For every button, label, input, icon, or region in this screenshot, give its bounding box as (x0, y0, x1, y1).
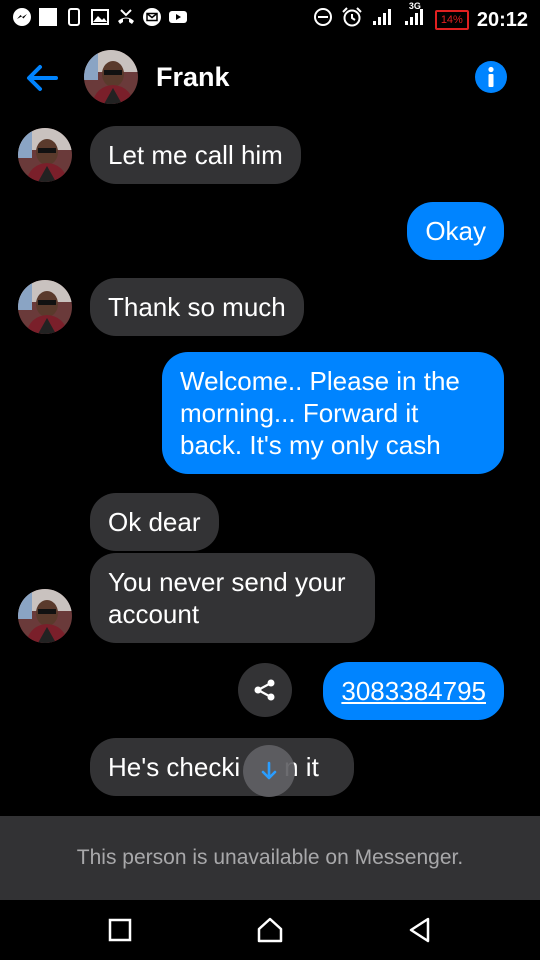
contact-name[interactable]: Frank (156, 62, 230, 93)
alarm-icon (341, 6, 363, 34)
clock: 20:12 (476, 8, 528, 31)
message-bubble-outgoing[interactable]: Welcome.. Please in the morning... Forwa… (162, 352, 504, 474)
message-bubble-incoming[interactable]: Ok dear (90, 493, 219, 551)
message-bubble-incoming[interactable]: Let me call him (90, 126, 301, 184)
back-triangle-icon[interactable] (404, 914, 436, 946)
message-bubble-outgoing-link[interactable]: 3083384795 (323, 662, 504, 720)
unavailable-banner: This person is unavailable on Messenger. (0, 816, 540, 900)
status-bar-notifications (12, 7, 188, 27)
system-nav-bar (0, 900, 540, 960)
back-arrow-icon[interactable] (22, 58, 62, 98)
share-icon (254, 679, 275, 701)
signal-icon (371, 7, 395, 33)
message-bubble-incoming[interactable]: He's checki n it (90, 738, 354, 796)
notification-square-icon (38, 7, 58, 27)
sender-avatar[interactable] (18, 128, 72, 182)
network-type-label: 3G (408, 1, 421, 11)
image-icon (90, 7, 110, 27)
recents-square-icon[interactable] (104, 914, 136, 946)
sender-avatar[interactable] (18, 589, 72, 643)
youtube-icon (168, 7, 188, 27)
conversation-header: Frank (0, 42, 540, 112)
message-bubble-incoming[interactable]: You never send your account (90, 553, 375, 643)
message-bubble-outgoing[interactable]: Okay (407, 202, 504, 260)
battery-level: 14% (440, 14, 463, 26)
sim-icon (64, 7, 84, 27)
scroll-to-bottom-button[interactable] (243, 745, 295, 797)
message-bubble-incoming[interactable]: Thank so much (90, 278, 304, 336)
message-text-part: He's checki (108, 752, 241, 782)
email-icon (142, 7, 162, 27)
signal-3g-icon: 3G (403, 1, 427, 33)
missed-call-icon (116, 7, 136, 27)
do-not-disturb-icon (313, 7, 333, 33)
status-bar: 3G 14% 20:12 (0, 0, 540, 36)
battery-icon: 14% (434, 10, 469, 30)
sender-avatar[interactable] (18, 280, 72, 334)
arrow-down-icon (261, 761, 277, 780)
messenger-icon (12, 7, 32, 27)
share-button[interactable] (238, 663, 292, 717)
info-icon[interactable] (474, 60, 508, 94)
home-icon[interactable] (254, 914, 286, 946)
status-bar-system: 3G 14% 20:12 (313, 1, 528, 34)
contact-avatar[interactable] (84, 50, 138, 104)
unavailable-banner-text: This person is unavailable on Messenger. (76, 846, 464, 869)
